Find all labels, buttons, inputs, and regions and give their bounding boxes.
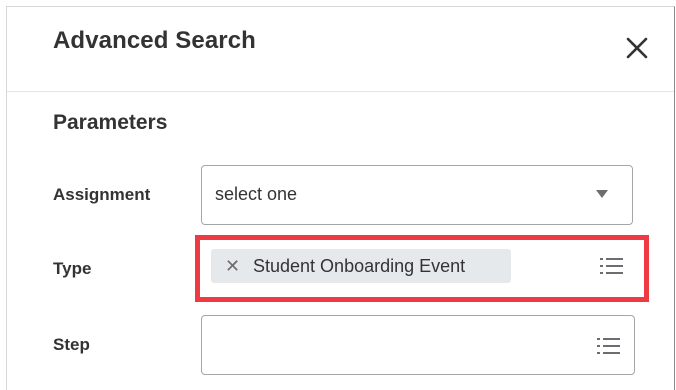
close-button[interactable]	[620, 31, 654, 65]
type-selected-pill-label: Student Onboarding Event	[253, 256, 466, 276]
dialog-header: Advanced Search	[7, 7, 674, 92]
list-icon[interactable]	[596, 335, 622, 362]
advanced-search-dialog: Advanced Search Parameters Assignment se…	[6, 6, 675, 390]
type-selected-pill: ✕ Student Onboarding Event	[211, 249, 511, 283]
list-icon[interactable]	[599, 255, 625, 282]
step-multiselect[interactable]	[201, 315, 635, 375]
step-label: Step	[53, 335, 90, 354]
chevron-down-icon	[596, 190, 608, 198]
assignment-select-value: select one	[215, 184, 298, 204]
parameters-heading: Parameters	[53, 111, 168, 134]
type-label: Type	[53, 259, 92, 278]
type-multiselect[interactable]: ✕ Student Onboarding Event	[201, 241, 633, 294]
remove-icon[interactable]: ✕	[225, 257, 240, 275]
assignment-label: Assignment	[53, 185, 151, 204]
dialog-title: Advanced Search	[53, 27, 256, 54]
close-icon	[626, 37, 648, 59]
assignment-select[interactable]: select one	[201, 165, 633, 225]
